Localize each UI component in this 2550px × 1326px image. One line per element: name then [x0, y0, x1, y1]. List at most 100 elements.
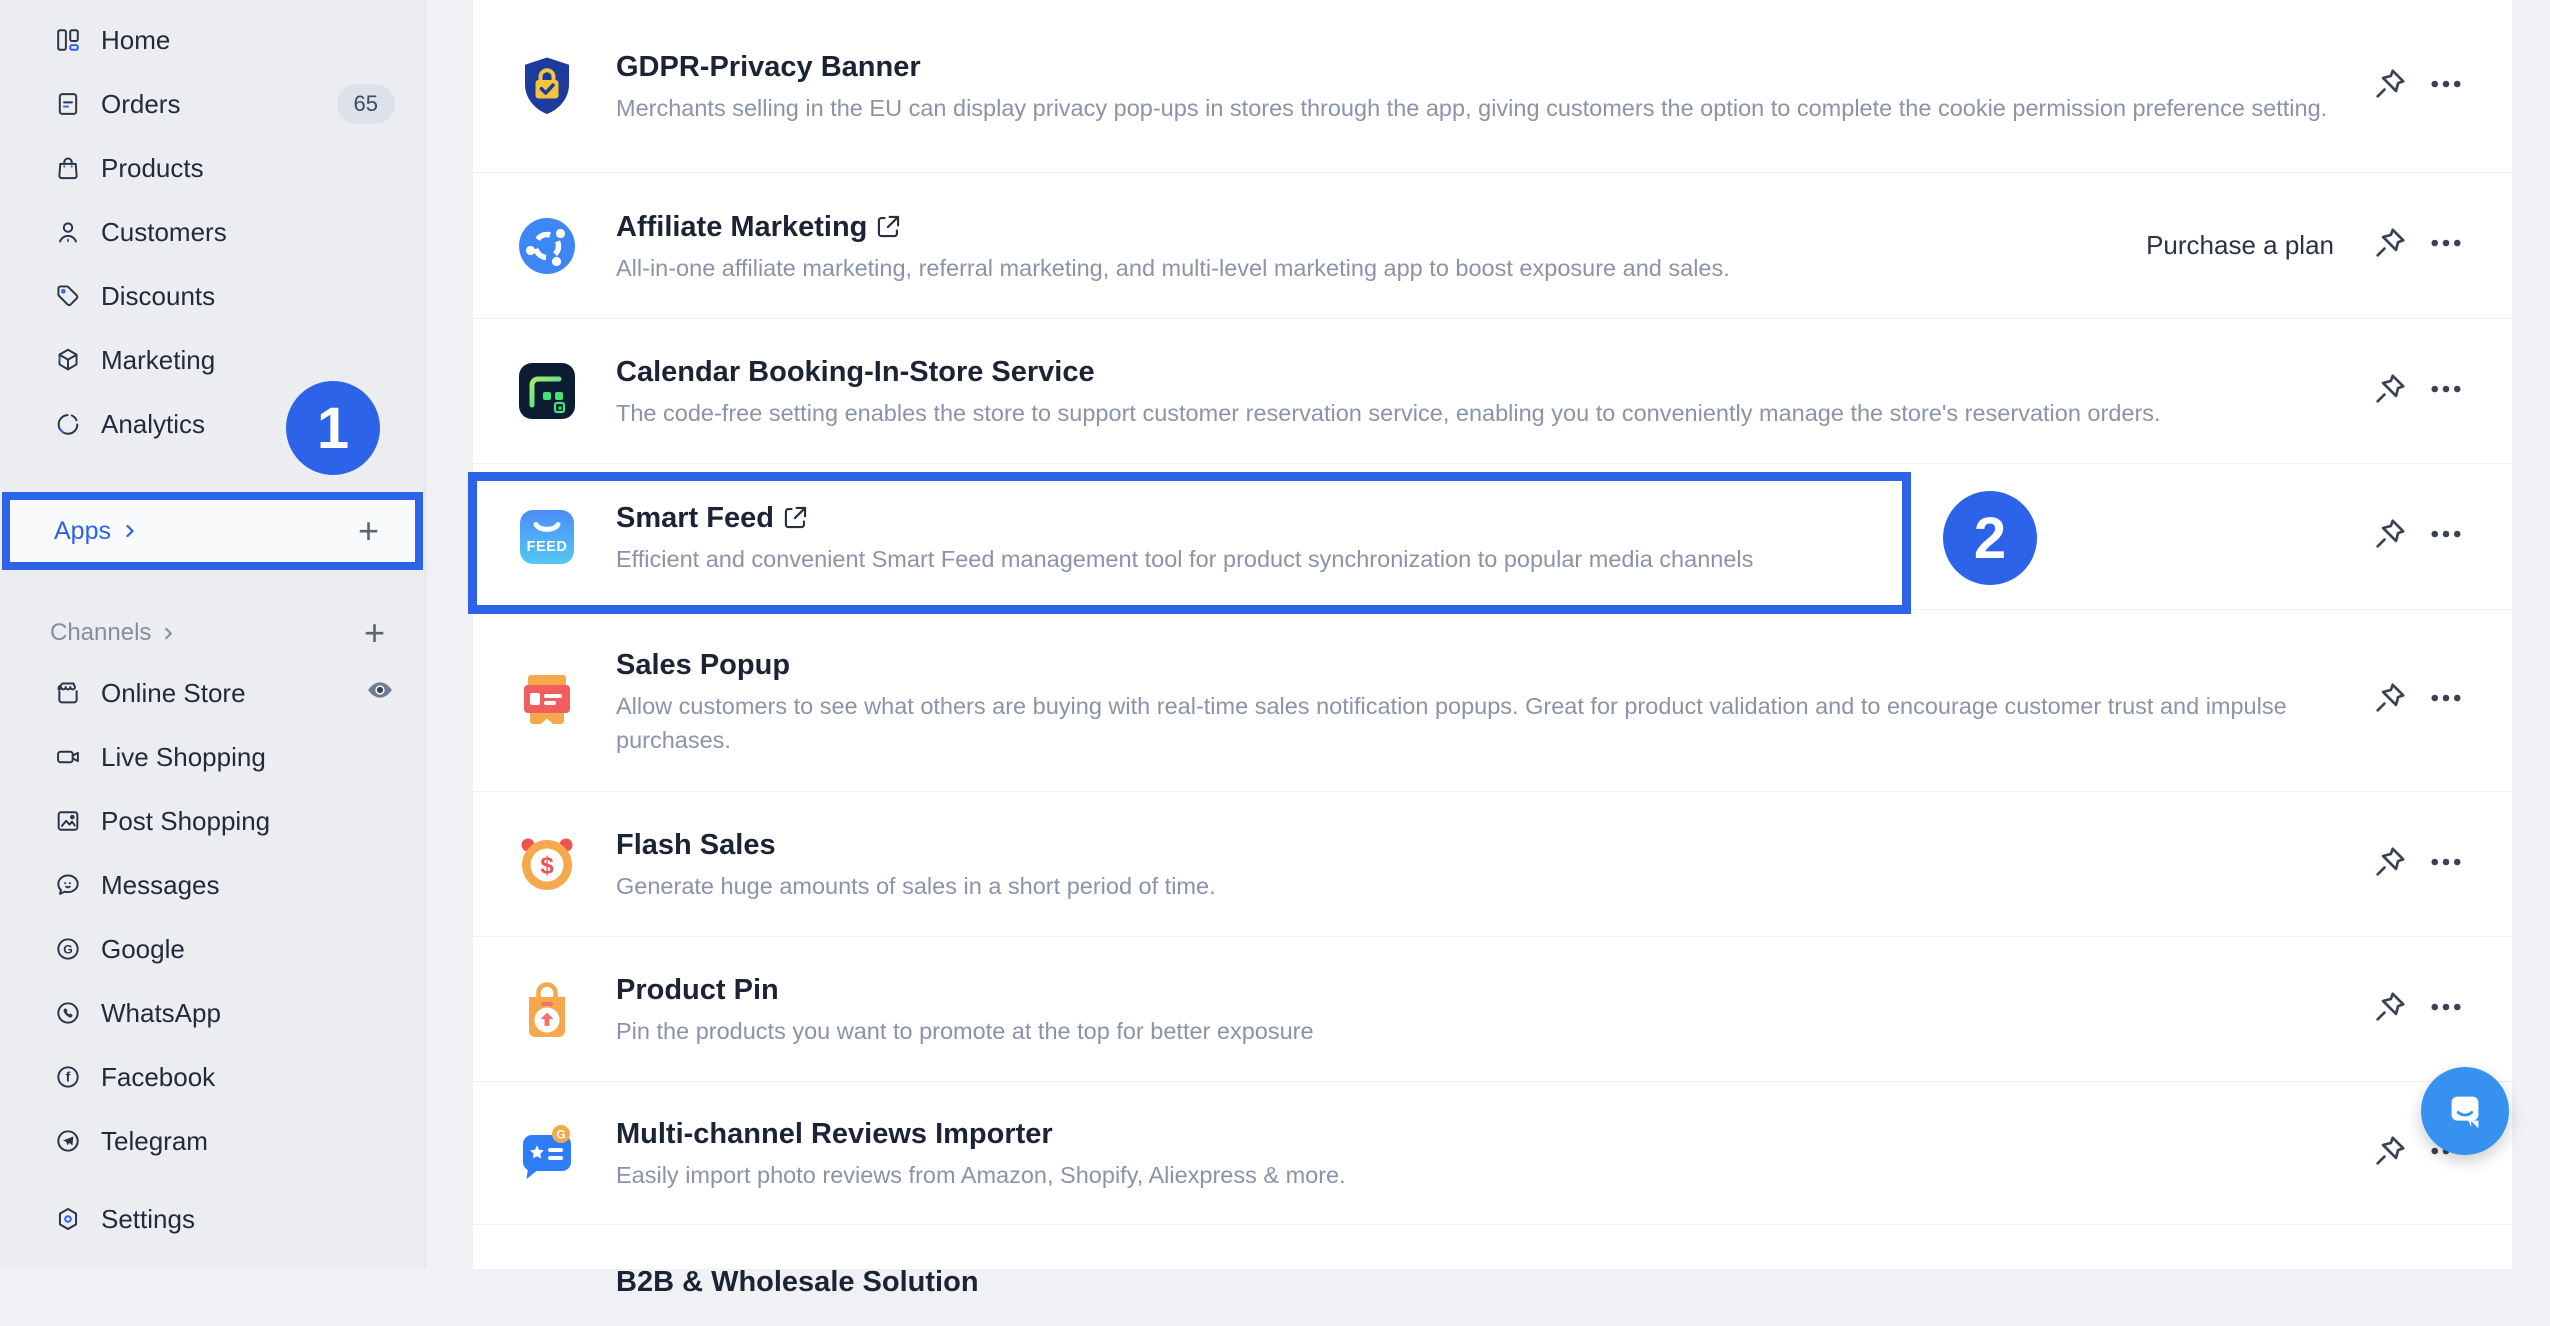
sidebar-item-label: Live Shopping: [101, 742, 266, 773]
app-title[interactable]: Product Pin: [616, 970, 2328, 1010]
svg-text:G: G: [63, 942, 73, 956]
orders-count-badge: 65: [337, 84, 395, 124]
app-row-calendar-booking[interactable]: Calendar Booking-In-Store Service The co…: [473, 319, 2512, 464]
visibility-toggle[interactable]: [365, 675, 395, 712]
svg-text:FEED: FEED: [527, 539, 568, 555]
sidebar-item-whatsapp[interactable]: WhatsApp: [0, 981, 425, 1045]
image-icon: [54, 807, 82, 835]
pie-chart-icon: [54, 410, 82, 438]
sidebar-item-label: Customers: [101, 217, 227, 248]
main-area: GDPR-Privacy Banner Merchants selling in…: [426, 0, 2550, 1269]
app-title[interactable]: Sales Popup: [616, 645, 2328, 685]
sidebar-item-products[interactable]: Products: [0, 136, 425, 200]
chevron-right-icon: [161, 626, 176, 641]
sidebar-item-home[interactable]: Home: [0, 8, 425, 72]
app-row-affiliate-marketing[interactable]: Affiliate Marketing All-in-one affiliate…: [473, 173, 2512, 319]
app-title[interactable]: GDPR-Privacy Banner: [616, 47, 2328, 87]
whatsapp-icon: [54, 999, 82, 1027]
apps-label: Apps: [54, 517, 111, 546]
facebook-icon: f: [54, 1063, 82, 1091]
flash-sales-icon: $: [515, 832, 579, 896]
sidebar-item-online-store[interactable]: Online Store: [0, 661, 425, 725]
svg-text:$: $: [540, 853, 554, 880]
svg-text:f: f: [66, 1069, 71, 1085]
sidebar-item-label: WhatsApp: [101, 998, 221, 1029]
app-description: Merchants selling in the EU can display …: [616, 91, 2328, 125]
more-options-icon[interactable]: [2428, 66, 2464, 107]
channels-toggle[interactable]: Channels: [50, 619, 176, 647]
app-title[interactable]: Calendar Booking-In-Store Service: [616, 352, 2328, 392]
app-row-product-pin[interactable]: Product Pin Pin the products you want to…: [473, 937, 2512, 1082]
pin-icon[interactable]: [2372, 989, 2408, 1030]
gdpr-shield-icon: [515, 54, 579, 118]
sidebar-item-label: Post Shopping: [101, 806, 270, 837]
app-row-flash-sales[interactable]: $ Flash Sales Generate huge amounts of s…: [473, 792, 2512, 937]
orders-icon: [54, 90, 82, 118]
add-channel-button[interactable]: +: [364, 615, 385, 651]
product-pin-icon: [515, 977, 579, 1041]
more-options-icon[interactable]: [2428, 989, 2464, 1030]
sidebar-item-settings[interactable]: Settings: [0, 1187, 425, 1251]
sidebar-item-label: Discounts: [101, 281, 215, 312]
pin-icon[interactable]: [2372, 844, 2408, 885]
sidebar-item-customers[interactable]: Customers: [0, 200, 425, 264]
app-description: Generate huge amounts of sales in a shor…: [616, 869, 2328, 903]
affiliate-network-icon: [515, 214, 579, 278]
pin-icon[interactable]: [2372, 66, 2408, 107]
app-title[interactable]: Affiliate Marketing: [616, 207, 2109, 247]
channels-section-header: Channels +: [0, 611, 425, 655]
purchase-plan-link[interactable]: Purchase a plan: [2146, 230, 2334, 261]
pin-icon[interactable]: [2372, 1133, 2408, 1174]
sidebar-item-marketing[interactable]: Marketing: [0, 328, 425, 392]
app-row-reviews-importer[interactable]: G Multi-channel Reviews Importer Easily …: [473, 1082, 2512, 1225]
app-description: Pin the products you want to promote at …: [616, 1014, 2328, 1048]
channels-label: Channels: [50, 619, 151, 647]
pin-icon[interactable]: [2372, 225, 2408, 266]
smart-feed-icon: FEED: [515, 505, 579, 569]
app-description: Efficient and convenient Smart Feed mana…: [616, 542, 2328, 576]
sidebar-item-discounts[interactable]: Discounts: [0, 264, 425, 328]
annotation-step-1: 1: [286, 381, 380, 475]
app-description: Easily import photo reviews from Amazon,…: [616, 1158, 2328, 1192]
sidebar-item-facebook[interactable]: f Facebook: [0, 1045, 425, 1109]
reviews-importer-icon: G: [515, 1121, 579, 1185]
svg-text:G: G: [556, 1128, 565, 1142]
person-icon: [54, 218, 82, 246]
add-app-button[interactable]: +: [358, 513, 379, 549]
sidebar-item-label: Online Store: [101, 678, 246, 709]
pin-icon[interactable]: [2372, 516, 2408, 557]
more-options-icon[interactable]: [2428, 844, 2464, 885]
app-row-smart-feed[interactable]: FEED Smart Feed Efficient and convenient…: [473, 464, 2512, 610]
app-title[interactable]: Multi-channel Reviews Importer: [616, 1114, 2328, 1154]
cube-icon: [54, 346, 82, 374]
more-options-icon[interactable]: [2428, 225, 2464, 266]
chat-bubble-icon: [54, 871, 82, 899]
app-row-sales-popup[interactable]: Sales Popup Allow customers to see what …: [473, 610, 2512, 792]
sidebar-item-orders[interactable]: Orders 65: [0, 72, 425, 136]
more-options-icon[interactable]: [2428, 371, 2464, 412]
pin-icon[interactable]: [2372, 371, 2408, 412]
annotation-step-2: 2: [1943, 491, 2037, 585]
sidebar-item-label: Analytics: [101, 409, 205, 440]
more-options-icon[interactable]: [2428, 680, 2464, 721]
sidebar-item-label: Orders: [101, 89, 180, 120]
app-title[interactable]: Flash Sales: [616, 825, 2328, 865]
sidebar-item-post-shopping[interactable]: Post Shopping: [0, 789, 425, 853]
sidebar-item-apps[interactable]: Apps: [54, 517, 138, 546]
app-description: All-in-one affiliate marketing, referral…: [616, 251, 2109, 285]
sidebar-item-telegram[interactable]: Telegram: [0, 1109, 425, 1173]
primary-nav: Home Orders 65 Products: [0, 0, 425, 456]
sidebar-item-messages[interactable]: Messages: [0, 853, 425, 917]
google-icon: G: [54, 935, 82, 963]
sidebar-item-google[interactable]: G Google: [0, 917, 425, 981]
app-row-gdpr-privacy-banner[interactable]: GDPR-Privacy Banner Merchants selling in…: [473, 0, 2512, 173]
calendar-booking-icon: [515, 359, 579, 423]
pin-icon[interactable]: [2372, 680, 2408, 721]
more-options-icon[interactable]: [2428, 516, 2464, 557]
app-title[interactable]: Smart Feed: [616, 498, 2328, 538]
app-row-b2b-wholesale[interactable]: B2B & Wholesale Solution: [473, 1225, 2512, 1326]
app-title[interactable]: B2B & Wholesale Solution: [616, 1262, 2328, 1302]
sidebar-item-live-shopping[interactable]: Live Shopping: [0, 725, 425, 789]
chat-launcher-button[interactable]: [2421, 1067, 2509, 1155]
storefront-icon: [54, 679, 82, 707]
